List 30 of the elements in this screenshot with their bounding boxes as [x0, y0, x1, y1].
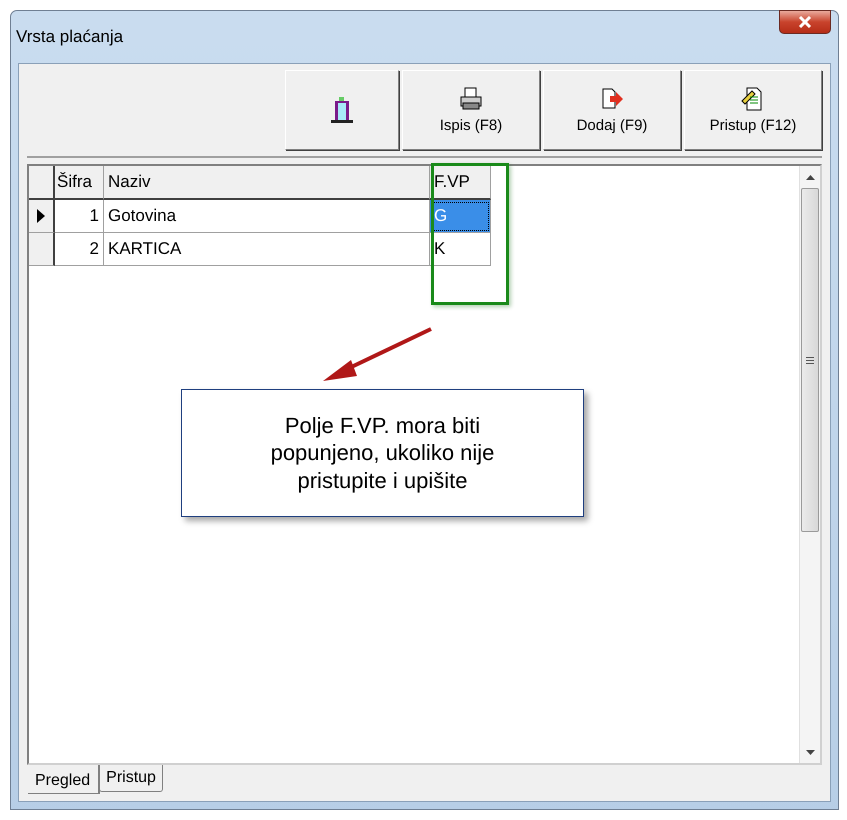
header-corner	[29, 166, 55, 200]
close-button[interactable]	[779, 10, 831, 34]
column-header[interactable]: Šifra	[55, 166, 104, 200]
toolbar-button[interactable]: Ispis (F8)	[402, 70, 540, 150]
scroll-up-icon	[806, 174, 814, 180]
table-cell: Gotovina	[104, 200, 430, 233]
column-header[interactable]: F.VP	[430, 166, 491, 200]
scroll-thumb[interactable]	[801, 188, 819, 532]
vertical-scrollbar[interactable]	[799, 166, 820, 763]
window-title: Vrsta plaćanja	[16, 27, 124, 47]
close-icon	[798, 16, 812, 28]
current-row-icon	[36, 208, 46, 224]
document-arrow-icon	[600, 86, 624, 110]
table-cell: K	[430, 233, 491, 266]
table-cell: KARTICA	[104, 233, 430, 266]
table-cell: 1	[55, 200, 104, 233]
column-header[interactable]: Naziv	[104, 166, 430, 200]
door-icon	[331, 97, 353, 123]
toolbar-button[interactable]	[285, 70, 399, 150]
callout-note: Polje F.VP. mora biti popunjeno, ukoliko nije pristupite i upišite	[181, 389, 584, 517]
table-cell: G	[430, 200, 491, 233]
toolbar-button[interactable]: Pristup (F12)	[684, 70, 822, 150]
tab[interactable]: Pristup	[99, 765, 163, 792]
toolbar-button[interactable]: Dodaj (F9)	[543, 70, 681, 150]
scroll-down-icon	[806, 750, 814, 754]
table-cell: 2	[55, 233, 104, 266]
grip-icon	[806, 356, 814, 364]
row-indicator[interactable]	[29, 233, 55, 266]
printer-icon	[459, 86, 483, 110]
row-indicator[interactable]	[29, 200, 55, 233]
